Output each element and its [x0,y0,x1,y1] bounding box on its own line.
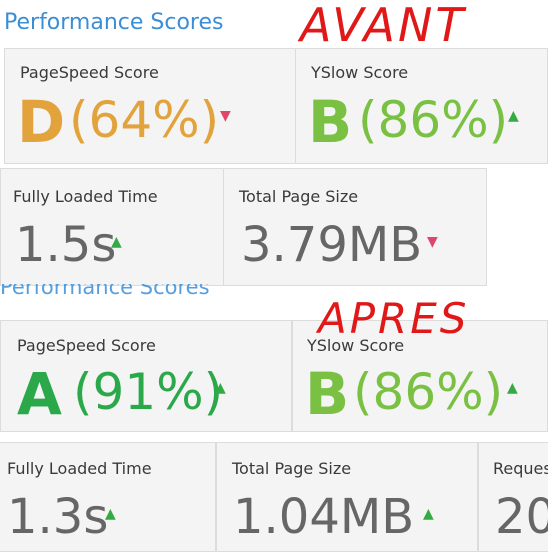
page-size-label: Total Page Size [232,459,352,478]
pagespeed-percent: (91%) [73,363,224,421]
annotation-apres: APRES [318,294,470,343]
page-size-label: Total Page Size [239,187,359,206]
yslow-grade: B [308,88,353,156]
requests-label: Reques [493,459,548,478]
chevron-up-icon: ▲ [508,108,519,124]
pagespeed-label: PageSpeed Score [20,63,159,82]
chevron-up-icon: ▲ [507,380,518,396]
page-size-value: 1.04MB [233,489,415,545]
pagespeed-label: PageSpeed Score [17,336,156,355]
chevron-up-icon: ▲ [105,506,116,522]
load-time-card-after: Fully Loaded Time 1.3s ▲ [0,442,216,552]
load-time-value: 1.5s [15,217,117,273]
annotation-avant: AVANT [300,0,467,52]
requests-value: 20 [495,489,548,545]
page-size-card-before: Total Page Size 3.79MB ▼ [223,168,487,286]
pagespeed-percent: (64%) [69,91,220,149]
requests-card-after: Reques 20 [478,442,548,552]
chevron-up-icon: ▲ [423,506,434,522]
load-time-card-before: Fully Loaded Time 1.5s ▲ [0,168,224,286]
pagespeed-grade: A [17,360,62,428]
page-size-card-after: Total Page Size 1.04MB ▲ [216,442,478,552]
pagespeed-card-before: PageSpeed Score D (64%) ▼ [4,48,296,164]
chevron-up-icon: ▲ [111,234,122,250]
yslow-label: YSlow Score [311,63,409,82]
yslow-percent: (86%) [353,363,504,421]
chevron-down-icon: ▼ [427,234,438,250]
pagespeed-card-after: PageSpeed Score A (91%) ▲ [0,320,292,432]
pagespeed-grade: D [17,88,66,156]
load-time-value: 1.3s [7,489,109,545]
yslow-card-before: YSlow Score B (86%) ▲ [295,48,548,164]
page-size-value: 3.79MB [241,217,423,273]
section-title-after: Performance Scores [0,284,210,300]
section-title-after-text: Performance Scores [0,284,210,299]
yslow-grade: B [305,360,350,428]
chevron-down-icon: ▼ [220,108,231,124]
yslow-percent: (86%) [358,91,509,149]
chevron-up-icon: ▲ [215,380,226,396]
load-time-label: Fully Loaded Time [13,187,158,206]
load-time-label: Fully Loaded Time [7,459,152,478]
section-title-before: Performance Scores [4,10,224,35]
